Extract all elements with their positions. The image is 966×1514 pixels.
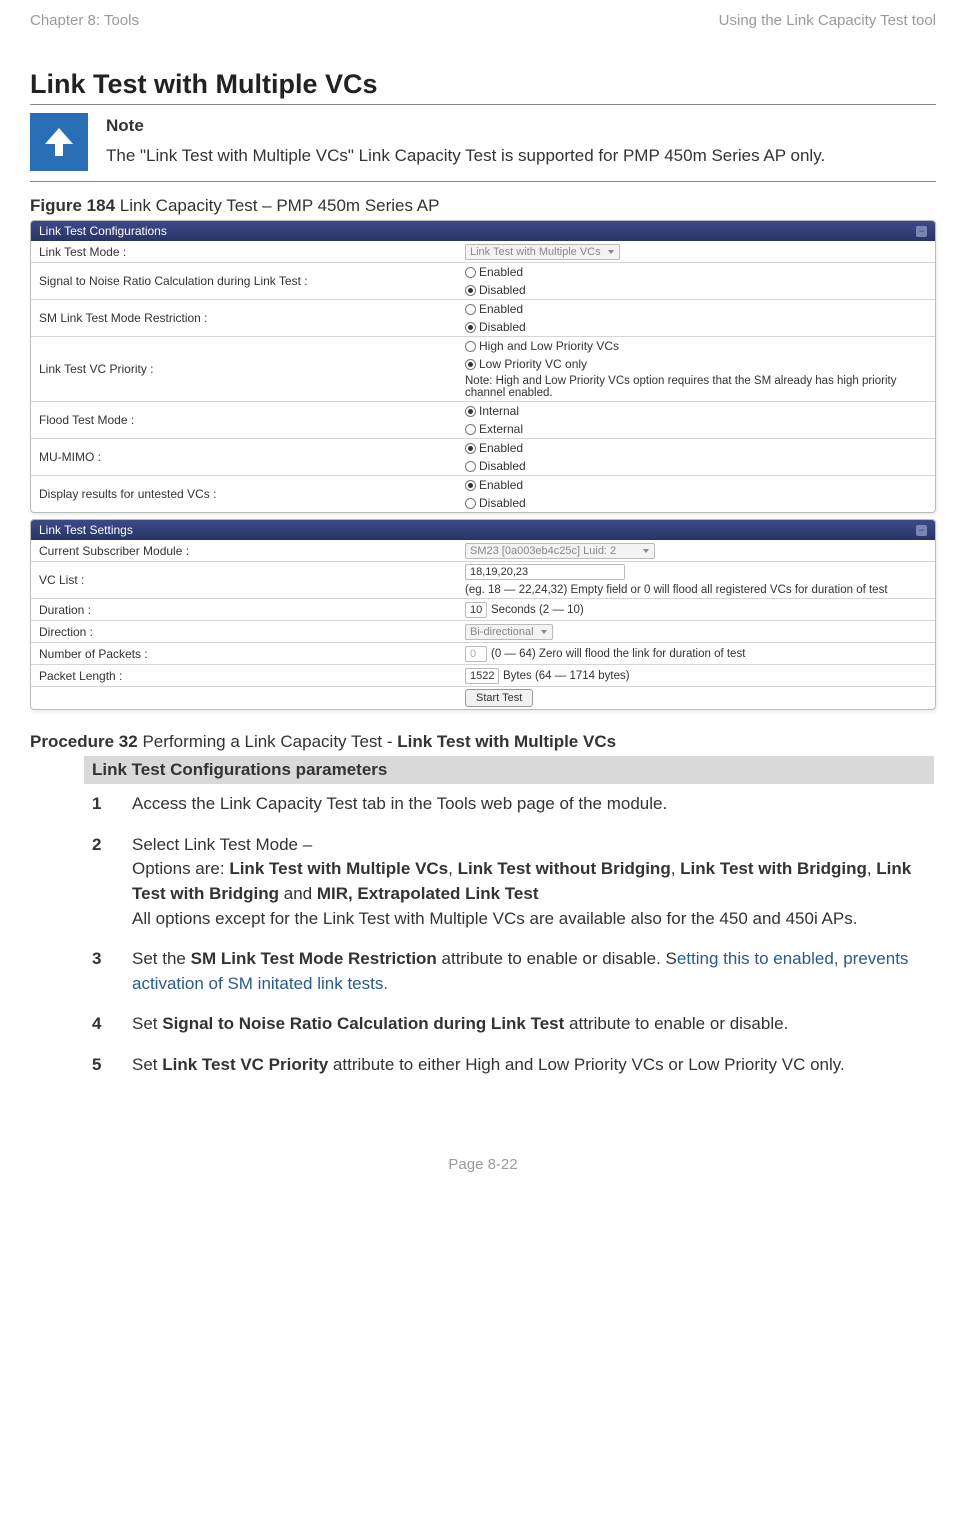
step-content: Set the SM Link Test Mode Restriction at… <box>132 947 934 996</box>
snr-enabled-radio[interactable]: Enabled <box>465 265 523 279</box>
header-right: Using the Link Capacity Test tool <box>719 12 936 29</box>
settings-panel-header: Link Test Settings − <box>31 520 935 540</box>
mumimo-label: MU-MIMO : <box>31 448 461 466</box>
step-5: 5 Set Link Test VC Priority attribute to… <box>84 1045 934 1086</box>
flood-mode-label: Flood Test Mode : <box>31 411 461 429</box>
note-callout: Note The "Link Test with Multiple VCs" L… <box>30 105 936 182</box>
start-test-button[interactable]: Start Test <box>465 689 533 707</box>
config-panel: Link Test Configurations − Link Test Mod… <box>30 220 936 513</box>
duration-input[interactable]: 10 <box>465 602 487 618</box>
procedure-caption: Procedure 32 Performing a Link Capacity … <box>30 732 936 752</box>
header-left: Chapter 8: Tools <box>30 12 139 29</box>
direction-label: Direction : <box>31 623 461 641</box>
sm-enabled-radio[interactable]: Enabled <box>465 302 523 316</box>
step-content: Select Link Test Mode – Options are: Lin… <box>132 833 934 932</box>
packets-label: Number of Packets : <box>31 645 461 663</box>
note-icon <box>30 113 88 171</box>
mumimo-disabled-radio[interactable]: Disabled <box>465 459 526 473</box>
step-number: 4 <box>92 1012 114 1037</box>
packet-length-label: Packet Length : <box>31 667 461 685</box>
csm-select[interactable]: SM23 [0a003eb4c25c] Luid: 2 <box>465 543 655 559</box>
procedure-text-plain: Performing a Link Capacity Test - <box>138 732 398 751</box>
step-2: 2 Select Link Test Mode – Options are: L… <box>84 825 934 940</box>
packets-hint: (0 — 64) Zero will flood the link for du… <box>491 648 745 660</box>
settings-panel-title: Link Test Settings <box>39 523 133 537</box>
mumimo-enabled-radio[interactable]: Enabled <box>465 441 523 455</box>
vclist-hint: (eg. 18 — 22,24,32) Empty field or 0 wil… <box>465 584 888 596</box>
config-panel-title: Link Test Configurations <box>39 224 167 238</box>
vc-prio-low-only-radio[interactable]: Low Priority VC only <box>465 357 587 371</box>
step-number: 3 <box>92 947 114 996</box>
figure-text: Link Capacity Test – PMP 450m Series AP <box>115 196 439 215</box>
procedure-table: Link Test Configurations parameters 1 Ac… <box>84 756 934 1086</box>
duration-hint: Seconds (2 — 10) <box>491 604 584 616</box>
flood-internal-radio[interactable]: Internal <box>465 404 519 418</box>
page-number: Page 8-22 <box>30 1156 936 1173</box>
procedure-section-head: Link Test Configurations parameters <box>84 756 934 784</box>
procedure-label: Procedure 32 <box>30 732 138 751</box>
vc-priority-label: Link Test VC Priority : <box>31 360 461 378</box>
step-3: 3 Set the SM Link Test Mode Restriction … <box>84 939 934 1004</box>
panel-minimize-icon[interactable]: − <box>916 525 927 536</box>
procedure-text-bold: Link Test with Multiple VCs <box>397 732 616 751</box>
link-test-mode-select[interactable]: Link Test with Multiple VCs <box>465 244 620 260</box>
page-title: Link Test with Multiple VCs <box>30 69 936 105</box>
step-1: 1 Access the Link Capacity Test tab in t… <box>84 784 934 825</box>
panel-minimize-icon[interactable]: − <box>916 226 927 237</box>
csm-label: Current Subscriber Module : <box>31 542 461 560</box>
note-label: Note <box>106 113 936 139</box>
note-text: The "Link Test with Multiple VCs" Link C… <box>106 146 825 165</box>
step-number: 2 <box>92 833 114 932</box>
flood-external-radio[interactable]: External <box>465 422 523 436</box>
step-4: 4 Set Signal to Noise Ratio Calculation … <box>84 1004 934 1045</box>
sm-disabled-radio[interactable]: Disabled <box>465 320 526 334</box>
display-enabled-radio[interactable]: Enabled <box>465 478 523 492</box>
page-header: Chapter 8: Tools Using the Link Capacity… <box>30 12 936 29</box>
step-content: Set Link Test VC Priority attribute to e… <box>132 1053 934 1078</box>
step-content: Set Signal to Noise Ratio Calculation du… <box>132 1012 934 1037</box>
snr-label: Signal to Noise Ratio Calculation during… <box>31 272 461 290</box>
display-results-label: Display results for untested VCs : <box>31 485 461 503</box>
packets-input[interactable]: 0 <box>465 646 487 662</box>
figure-label: Figure 184 <box>30 196 115 215</box>
snr-disabled-radio[interactable]: Disabled <box>465 283 526 297</box>
vclist-label: VC List : <box>31 571 461 589</box>
vclist-input[interactable]: 18,19,20,23 <box>465 564 625 580</box>
link-test-mode-label: Link Test Mode : <box>31 243 461 261</box>
config-panel-header: Link Test Configurations − <box>31 221 935 241</box>
packet-length-hint: Bytes (64 — 1714 bytes) <box>503 670 630 682</box>
packet-length-input[interactable]: 1522 <box>465 668 499 684</box>
duration-label: Duration : <box>31 601 461 619</box>
settings-panel: Link Test Settings − Current Subscriber … <box>30 519 936 710</box>
step-content: Access the Link Capacity Test tab in the… <box>132 792 934 817</box>
step-number: 1 <box>92 792 114 817</box>
display-disabled-radio[interactable]: Disabled <box>465 496 526 510</box>
direction-select[interactable]: Bi-directional <box>465 624 553 640</box>
step-number: 5 <box>92 1053 114 1078</box>
start-test-spacer <box>31 696 461 700</box>
figure-caption: Figure 184 Link Capacity Test – PMP 450m… <box>30 196 936 216</box>
sm-restrict-label: SM Link Test Mode Restriction : <box>31 309 461 327</box>
vc-prio-note: Note: High and Low Priority VCs option r… <box>465 375 931 399</box>
vc-prio-high-low-radio[interactable]: High and Low Priority VCs <box>465 339 619 353</box>
